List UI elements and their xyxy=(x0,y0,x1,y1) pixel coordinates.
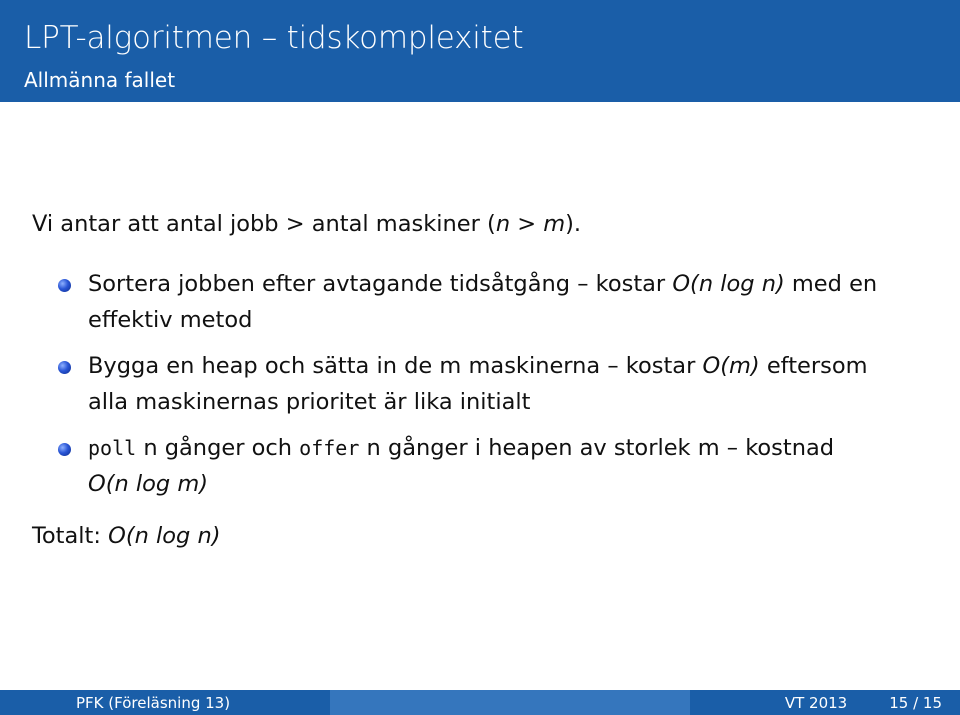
bullet-icon xyxy=(58,443,71,456)
bullet-icon xyxy=(58,279,71,292)
item-text: n gånger i heapen av storlek m – kostnad xyxy=(359,435,835,461)
item-text: Bygga en heap och sätta in de m maskiner… xyxy=(88,353,703,379)
slide-header: LPT-algoritmen – tidskomplexitet Allmänn… xyxy=(0,0,960,102)
list-item: Sortera jobben efter avtagande tidsåtgån… xyxy=(58,266,938,338)
item-text: eftersom xyxy=(759,353,868,379)
slide-title: LPT-algoritmen – tidskomplexitet xyxy=(24,20,524,56)
intro-text-main: Vi antar att antal jobb > antal maskiner… xyxy=(32,211,496,237)
bullet-icon xyxy=(58,361,71,374)
item-math: O(m) xyxy=(702,353,760,379)
code-poll: poll xyxy=(88,436,137,460)
slide-subtitle: Allmänna fallet xyxy=(24,68,176,92)
slide-footer: PFK (Föreläsning 13) VT 2013 15 / 15 xyxy=(0,690,960,715)
total-label: Totalt: xyxy=(32,523,109,549)
item-math: O(n log n) xyxy=(672,271,785,297)
footer-term: VT 2013 xyxy=(784,693,848,712)
list-item: poll n gånger och offer n gånger i heape… xyxy=(58,430,938,502)
item-text: med en xyxy=(784,271,878,297)
item-text: effektiv metod xyxy=(88,307,253,333)
item-math: O(n log m) xyxy=(88,471,209,497)
item-text: n gånger och xyxy=(136,435,300,461)
bullet-list: Sortera jobben efter avtagande tidsåtgån… xyxy=(58,266,938,512)
list-item: Bygga en heap och sätta in de m maskiner… xyxy=(58,348,938,420)
footer-page-number: 15 / 15 xyxy=(889,693,942,712)
footer-middle xyxy=(330,690,690,715)
intro-math: n > m xyxy=(495,211,566,237)
total-math: O(n log n) xyxy=(108,523,221,549)
intro-end: ). xyxy=(565,211,582,237)
total-line: Totalt: O(n log n) xyxy=(32,518,221,554)
item-text: alla maskinernas prioritet är lika initi… xyxy=(88,389,531,415)
item-text: Sortera jobben efter avtagande tidsåtgån… xyxy=(88,271,673,297)
footer-course: PFK (Föreläsning 13) xyxy=(76,693,231,712)
intro-text: Vi antar att antal jobb > antal maskiner… xyxy=(32,206,581,242)
code-offer: offer xyxy=(299,436,360,460)
